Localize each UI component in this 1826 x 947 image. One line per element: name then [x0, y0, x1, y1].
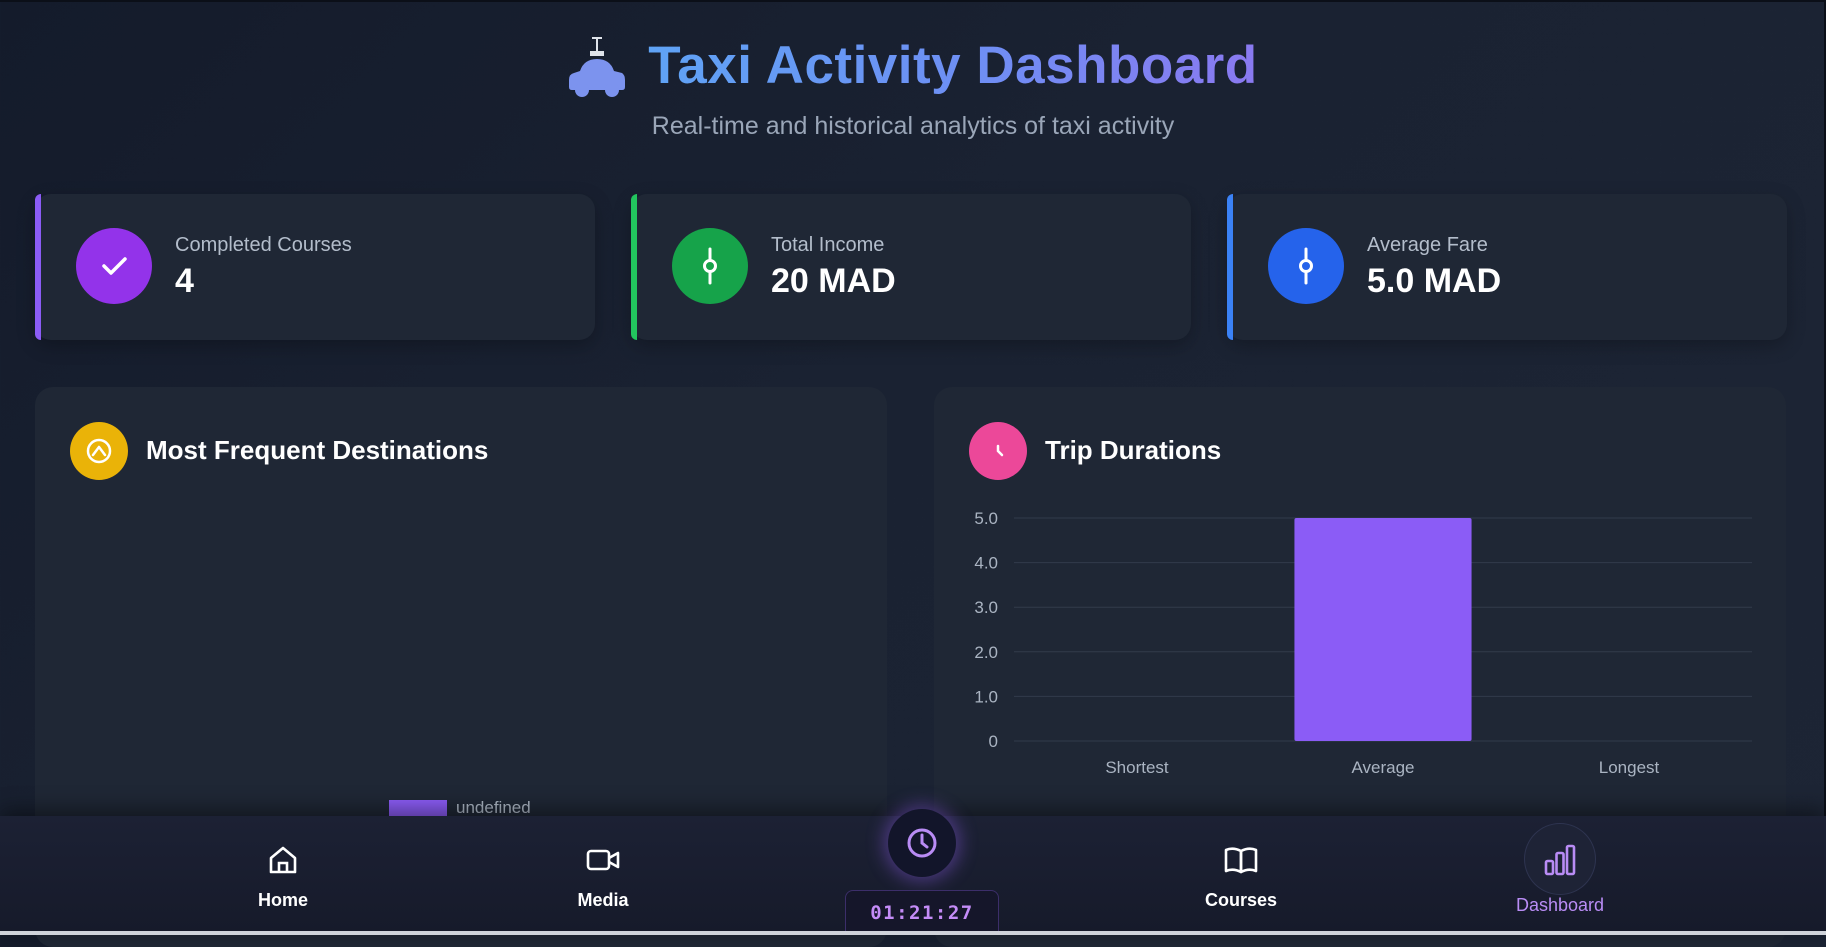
nav-courses[interactable]: Courses [1171, 842, 1311, 911]
y-tick-label: 0 [989, 732, 998, 751]
timer-display: 01:21:27 [845, 890, 999, 935]
legend-swatch [389, 799, 447, 817]
x-tick-label: Average [1351, 758, 1414, 777]
nav-home[interactable]: Home [213, 842, 353, 911]
stat-card-average-fare: Average Fare 5.0 MAD [1227, 194, 1787, 340]
y-tick-label: 5.0 [974, 509, 998, 528]
stat-label: Total Income [771, 234, 885, 256]
taxi-icon [569, 37, 626, 97]
book-icon [1224, 847, 1258, 874]
nav-dashboard[interactable]: Dashboard [1490, 842, 1630, 916]
chart-legend[interactable]: undefined [389, 798, 531, 818]
panel-title: Most Frequent Destinations [146, 435, 489, 465]
card-accent [35, 194, 41, 340]
video-icon [586, 849, 620, 871]
stat-card-completed-courses: Completed Courses 4 [35, 194, 595, 340]
bar-average[interactable] [1294, 518, 1472, 741]
legend-label: undefined [456, 798, 531, 817]
card-accent [1227, 194, 1233, 340]
top-border [0, 0, 1826, 2]
nav-label: Media [577, 890, 629, 910]
stat-label: Average Fare [1367, 234, 1488, 256]
stat-card-total-income: Total Income 20 MAD [631, 194, 1191, 340]
nav-label: Courses [1204, 890, 1278, 910]
nav-label: Dashboard [1515, 895, 1605, 915]
card-accent [631, 194, 637, 340]
stat-value: 4 [175, 262, 194, 300]
bottom-strip [0, 931, 1826, 935]
nav-media[interactable]: Media [533, 842, 673, 911]
y-tick-label: 1.0 [974, 687, 998, 706]
page-title: Taxi Activity Dashboard [648, 35, 1258, 95]
y-tick-label: 4.0 [974, 554, 998, 573]
nav-label: Home [257, 890, 308, 910]
commit-icon [1268, 228, 1344, 304]
commit-icon [672, 228, 748, 304]
check-icon [76, 228, 152, 304]
bottom-nav: Home Media 01:21:27 Courses Dashboard [0, 809, 1826, 935]
x-tick-label: Longest [1599, 758, 1660, 777]
home-icon [269, 846, 297, 874]
y-tick-label: 3.0 [974, 598, 998, 617]
trip-durations-chart: 0 1.0 2.0 3.0 4.0 5.0 Shortest Average Longest [974, 509, 1752, 777]
y-tick-label: 2.0 [974, 643, 998, 662]
stat-value: 5.0 MAD [1367, 262, 1502, 300]
bar-chart-icon [1544, 844, 1576, 876]
stat-label: Completed Courses [175, 234, 352, 256]
clock-icon [907, 828, 937, 858]
x-tick-label: Shortest [1105, 758, 1169, 777]
page-subtitle: Real-time and historical analytics of ta… [651, 112, 1175, 140]
stat-value: 20 MAD [771, 262, 896, 300]
clock-button[interactable] [888, 809, 956, 877]
page-header: Taxi Activity Dashboard Real-time and hi… [0, 24, 1826, 141]
map-pin-icon [70, 422, 128, 480]
